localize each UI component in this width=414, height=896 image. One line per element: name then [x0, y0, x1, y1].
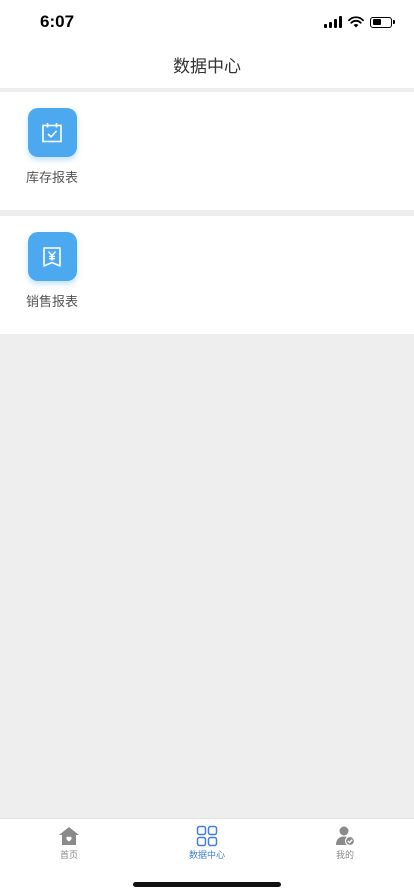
cellular-signal-icon	[324, 16, 342, 28]
calendar-check-icon	[27, 108, 77, 157]
sales-report-label: 销售报表	[25, 295, 78, 310]
nav-bar: 数据中心	[0, 44, 414, 88]
status-icons	[324, 14, 395, 30]
section-sales: 销售报表	[0, 216, 414, 334]
yen-receipt-icon	[27, 232, 77, 281]
battery-icon	[370, 16, 395, 28]
status-time: 6:07	[40, 12, 75, 31]
tab-data-center[interactable]: 数据中心	[167, 825, 247, 861]
tab-home-label: 首页	[59, 851, 78, 861]
user-check-icon	[305, 825, 385, 847]
home-icon	[29, 825, 109, 847]
inventory-report-tile[interactable]: 库存报表	[18, 108, 86, 186]
tab-me-label: 我的	[335, 851, 354, 861]
inventory-report-label: 库存报表	[25, 171, 78, 186]
page-title: 数据中心	[173, 57, 241, 77]
wifi-icon	[348, 16, 364, 28]
section-inventory: 库存报表	[0, 92, 414, 210]
home-indicator[interactable]	[133, 882, 281, 887]
status-bar: 6:07	[0, 0, 414, 44]
tab-me[interactable]: 我的	[305, 825, 385, 861]
grid-icon	[167, 825, 247, 847]
tab-home[interactable]: 首页	[29, 825, 109, 861]
sales-report-tile[interactable]: 销售报表	[18, 232, 86, 310]
tab-data-center-label: 数据中心	[188, 851, 225, 861]
